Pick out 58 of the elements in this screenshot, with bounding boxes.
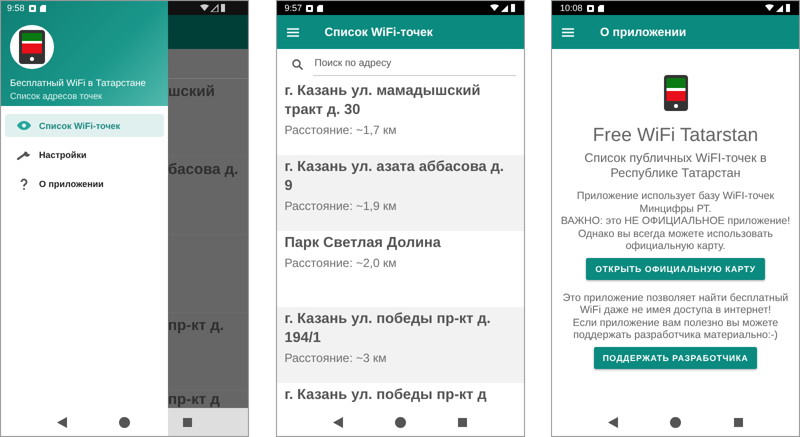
app-logo (10, 25, 54, 69)
distance-text: Расстояние: ~1,9 км (284, 199, 398, 213)
menu-icon[interactable] (286, 28, 298, 36)
notification-icon (28, 4, 36, 12)
sd-card-icon (40, 4, 46, 12)
address-text: г. Казань ул. азата аббасова д. 9 (284, 158, 505, 196)
search-icon (292, 58, 302, 70)
eye-icon (17, 121, 31, 130)
distance-text: Расстояние: ~2,0 км (284, 256, 398, 270)
support-button[interactable]: ПОДДЕРЖАТЬ РАЗРАБОТЧИКА (594, 346, 758, 368)
address-text: г. Казань ул. мамадышский тракт д. 30 (284, 82, 482, 120)
list-item[interactable]: г. Казань ул. азата аббасова д. 9 Расстояние: ~1,9 км (276, 155, 524, 231)
menu-icon[interactable] (562, 28, 574, 36)
recent-apps-icon[interactable] (458, 418, 468, 426)
info-text: Если приложение вам полезно вы можете поддержать разработчика материально:-) (572, 316, 780, 342)
app-logo (664, 75, 688, 111)
info-text: Приложение использует базу WiFI-точек Минцифры РТ. (576, 190, 776, 215)
status-time: 9:57 (284, 3, 302, 13)
app-name: Free WiFi Tatarstan (592, 125, 758, 147)
drawer-item[interactable]: О приложении (5, 172, 164, 195)
address-text: Парк Светлая Долина (284, 234, 442, 253)
notification-icon (306, 4, 314, 12)
list-item-title: пр-кт д. (168, 317, 224, 334)
status-time: 9:58 (7, 3, 25, 13)
app-subtitle: Список публичных WiFI-точек в Республике Татарстан (583, 151, 768, 181)
status-icons (765, 4, 791, 12)
info-text: Это приложение позволяет найти бесплатный WiFi даже не имея доступа в интернет! (562, 292, 790, 316)
recent-apps-icon[interactable] (734, 418, 743, 426)
sd-card-icon (598, 4, 604, 12)
status-icons (490, 4, 516, 12)
drawer-subtitle: Список адресов точек (10, 91, 104, 101)
distance-text: Расстояние: ~1,7 км (284, 123, 398, 137)
list-item-title: шский (168, 83, 215, 100)
list-item-title: пр-кт д (168, 391, 220, 408)
home-icon[interactable] (394, 416, 406, 428)
distance-text: Расстояние: ~3 км (284, 351, 388, 365)
wrench-icon (17, 150, 31, 160)
notification-icon (586, 4, 594, 12)
home-icon[interactable] (119, 416, 130, 428)
drawer-item[interactable]: Список WiFi-точек (5, 114, 164, 137)
drawer-item[interactable]: Настройки (5, 143, 164, 166)
address-text: г. Казань ул. победы пр-кт д. 194/1 (284, 310, 492, 348)
sd-card-icon (317, 4, 324, 12)
app-bar-title: О приложении (600, 25, 686, 39)
home-icon[interactable] (670, 416, 682, 428)
list-item[interactable]: г. Казань ул. победы пр-кт д. 194/1 Расстояние: ~3 км (276, 307, 524, 383)
open-map-button[interactable]: ОТКРЫТЬ ОФИЦИАЛЬНУЮ КАРТУ (586, 258, 765, 280)
info-text: ВАЖНО: это НЕ ОФИЦИАЛЬНОЕ приложение! (560, 215, 791, 228)
app-bar-title: Список WiFi-точек (324, 25, 433, 39)
back-icon[interactable] (57, 416, 68, 428)
status-icons (200, 4, 226, 12)
status-time: 10:08 (560, 3, 583, 13)
back-icon[interactable] (332, 416, 343, 428)
back-icon[interactable] (608, 416, 618, 428)
info-text: Однако вы всегда можете использовать официальную карту. (577, 228, 774, 252)
address-text: г. Казань ул. победы пр-кт д (284, 386, 488, 405)
recent-apps-icon[interactable] (182, 418, 192, 426)
drawer-title: Бесплатный WiFi в Татарстане (10, 78, 147, 89)
